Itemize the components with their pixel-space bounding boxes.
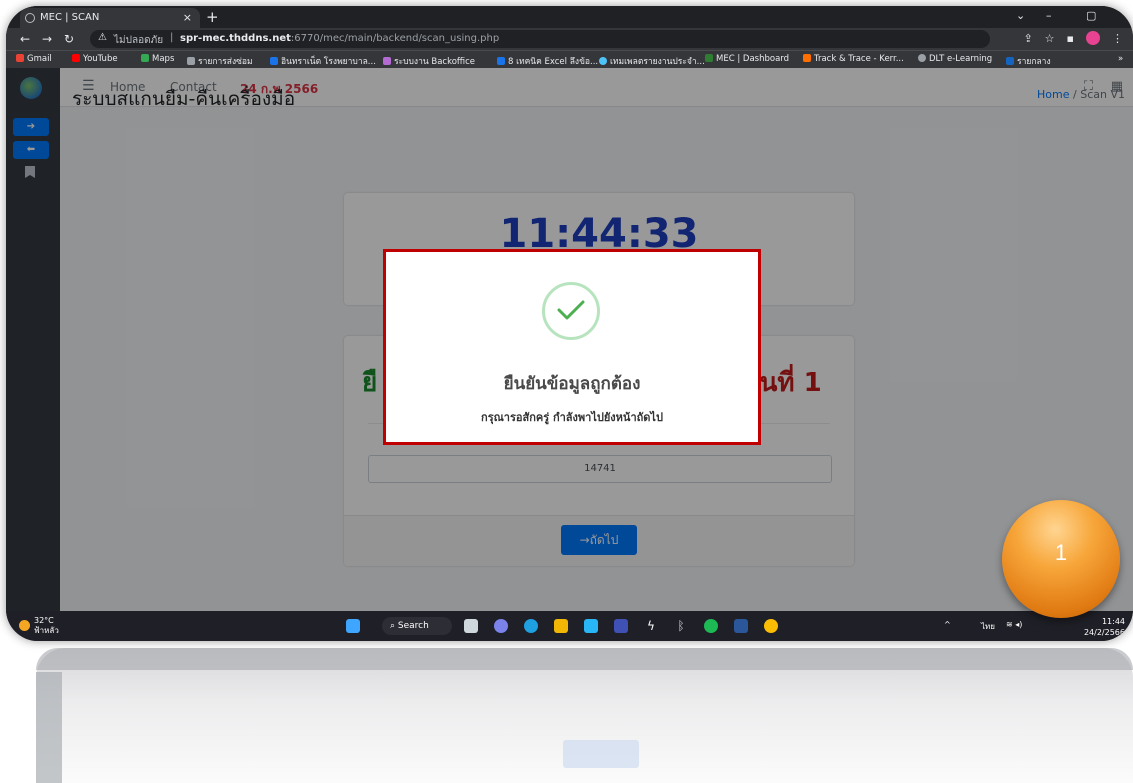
globe-icon bbox=[187, 57, 195, 65]
store-icon[interactable] bbox=[584, 619, 598, 633]
bookmark-label: YouTube bbox=[83, 54, 118, 64]
folder-icon bbox=[1006, 57, 1014, 65]
bookmark-excel[interactable]: 8 เทคนิค Excel ลึงข้อ... bbox=[497, 54, 598, 68]
youtube-icon bbox=[72, 54, 80, 62]
forward-icon[interactable]: → bbox=[42, 32, 52, 46]
sidepanel-icon[interactable]: ▪ bbox=[1067, 32, 1074, 45]
dashboard-icon bbox=[705, 54, 713, 62]
address-row: ← → ↻ ⚠ ไม่ปลอดภัย | spr-mec.thddns.net:… bbox=[6, 28, 1133, 50]
reflection-taskbar bbox=[36, 648, 1133, 670]
bookmark-label: 8 เทคนิค Excel ลึงข้อ... bbox=[508, 57, 599, 67]
close-tab-icon[interactable]: × bbox=[183, 11, 192, 24]
bookmark-label: รายกลาง bbox=[1017, 57, 1051, 67]
taskbar-search[interactable]: ⌕ Search bbox=[382, 617, 452, 635]
star-icon[interactable]: ☆ bbox=[1045, 32, 1055, 45]
bookmark-label: อินทราเน็ต โรงพยาบาล... bbox=[281, 57, 376, 67]
bookmark-maps[interactable]: Maps bbox=[141, 54, 174, 64]
url-path: :6770/mec/main/backend/scan_using.php bbox=[290, 33, 500, 44]
address-icons: ⇪ ☆ ▪ ⋮ bbox=[1023, 31, 1123, 45]
search-label: Search bbox=[397, 621, 429, 631]
globe-icon bbox=[918, 54, 926, 62]
bookmark-backoffice[interactable]: ระบบงาน Backoffice bbox=[383, 54, 475, 68]
chrome-icon[interactable] bbox=[764, 619, 778, 633]
sun-icon bbox=[19, 620, 30, 631]
bookmark-template[interactable]: เทมเพลตรายงานประจำ... bbox=[599, 54, 705, 68]
language-indicator[interactable]: ไทย bbox=[981, 620, 995, 633]
warning-icon: ⚠ bbox=[98, 32, 107, 43]
menu-icon[interactable]: ⋮ bbox=[1112, 32, 1123, 45]
bookmark-repair-list[interactable]: รายการส่งซ่อม bbox=[187, 54, 253, 68]
word-icon[interactable] bbox=[734, 619, 748, 633]
globe-icon bbox=[25, 13, 35, 23]
template-icon bbox=[599, 57, 607, 65]
weather-widget[interactable]: 32°C ฟ้าหลัว bbox=[19, 616, 59, 636]
tray-chevron-icon[interactable]: ^ bbox=[944, 620, 951, 629]
profile-avatar[interactable] bbox=[1086, 31, 1100, 45]
annotation-badge: 1 bbox=[1002, 500, 1120, 618]
annotation-number: 1 bbox=[1054, 540, 1068, 565]
bookmark-label: เทมเพลตรายงานประจำ... bbox=[610, 57, 705, 67]
vscode-icon[interactable]: ᛔ bbox=[674, 619, 688, 633]
url-separator: | bbox=[170, 32, 174, 43]
success-modal: ยืนยันข้อมูลถูกต้อง กรุณารอสักครู่ กำลัง… bbox=[383, 249, 761, 445]
reflection-button bbox=[563, 740, 639, 768]
bookmark-label: ระบบงาน Backoffice bbox=[394, 57, 476, 67]
success-check-icon bbox=[542, 282, 600, 340]
bookmark-mec-dashboard[interactable]: MEC | Dashboard bbox=[705, 54, 789, 64]
task-view-icon[interactable] bbox=[464, 619, 478, 633]
modal-title: ยืนยันข้อมูลถูกต้อง bbox=[503, 374, 641, 394]
share-icon[interactable]: ⇪ bbox=[1023, 32, 1032, 45]
bookmark-label: MEC | Dashboard bbox=[716, 54, 790, 64]
bookmark-intranet[interactable]: อินทราเน็ต โรงพยาบาล... bbox=[270, 54, 376, 68]
insecure-label: ไม่ปลอดภัย bbox=[114, 35, 164, 46]
kerry-icon bbox=[803, 54, 811, 62]
wifi-icon[interactable]: ≋ ◂) bbox=[1006, 620, 1022, 629]
checkmark-icon bbox=[557, 300, 585, 320]
tab-title: MEC | SCAN bbox=[40, 12, 100, 23]
backoffice-icon bbox=[383, 57, 391, 65]
maps-icon bbox=[141, 54, 149, 62]
new-tab-button[interactable]: + bbox=[206, 8, 219, 26]
excel-icon bbox=[497, 57, 505, 65]
modal-subtitle: กรุณารอสักครู่ กำลังพาไปยังหน้าถัดไป bbox=[481, 411, 663, 424]
spotify-icon[interactable] bbox=[704, 619, 718, 633]
file-explorer-icon[interactable] bbox=[554, 619, 568, 633]
gmail-icon bbox=[16, 54, 24, 62]
teams-icon[interactable] bbox=[494, 619, 508, 633]
bookmark-label: DLT e-Learning bbox=[929, 54, 993, 64]
bookmark-label: Track & Trace - Kerr... bbox=[814, 54, 904, 64]
bookmark-label: Gmail bbox=[27, 54, 52, 64]
bookmark-label: รายการส่งซ่อม bbox=[198, 57, 253, 67]
bookmark-dlt[interactable]: DLT e-Learning bbox=[918, 54, 992, 64]
intranet-icon bbox=[270, 57, 278, 65]
tab-strip: MEC | SCAN × + ⌄ – ▢ bbox=[6, 6, 1133, 28]
start-icon[interactable] bbox=[346, 619, 360, 633]
taskbar-time: 11:44 bbox=[1101, 617, 1125, 626]
url-text: spr-mec.thddns.net:6770/mec/main/backend… bbox=[180, 33, 499, 44]
bookmark-central[interactable]: รายกลาง bbox=[1006, 54, 1051, 68]
browser-tab[interactable]: MEC | SCAN × bbox=[20, 8, 200, 28]
address-bar[interactable]: ⚠ ไม่ปลอดภัย | spr-mec.thddns.net:6770/m… bbox=[90, 30, 990, 48]
bookmark-label: Maps bbox=[152, 54, 175, 64]
bookmark-kerry[interactable]: Track & Trace - Kerr... bbox=[803, 54, 904, 64]
taskbar: 32°C ฟ้าหลัว ⌕ Search ϟ ᛔ ^ ไทย ≋ ◂) 11:… bbox=[6, 611, 1133, 641]
app-icon[interactable] bbox=[614, 619, 628, 633]
edge-icon[interactable] bbox=[524, 619, 538, 633]
lightning-icon[interactable]: ϟ bbox=[644, 619, 658, 633]
reload-icon[interactable]: ↻ bbox=[64, 32, 74, 46]
maximize-icon[interactable]: ▢ bbox=[1086, 9, 1096, 22]
bookmark-gmail[interactable]: Gmail bbox=[16, 54, 52, 64]
minimize-icon[interactable]: – bbox=[1046, 9, 1052, 22]
taskbar-date: 24/2/2566 bbox=[1083, 628, 1125, 637]
reflection-sidebar bbox=[36, 672, 62, 783]
url-host: spr-mec.thddns.net bbox=[180, 33, 291, 44]
bookmarks-bar: Gmail YouTube Maps รายการส่งซ่อม อินทราเ… bbox=[6, 50, 1133, 69]
tab-search-icon[interactable]: ⌄ bbox=[1016, 9, 1025, 22]
taskbar-clock[interactable]: 11:44 24/2/2566 bbox=[1084, 616, 1125, 638]
back-icon[interactable]: ← bbox=[20, 32, 30, 46]
bookmarks-more[interactable]: » bbox=[1118, 54, 1123, 64]
bookmark-youtube[interactable]: YouTube bbox=[72, 54, 118, 64]
